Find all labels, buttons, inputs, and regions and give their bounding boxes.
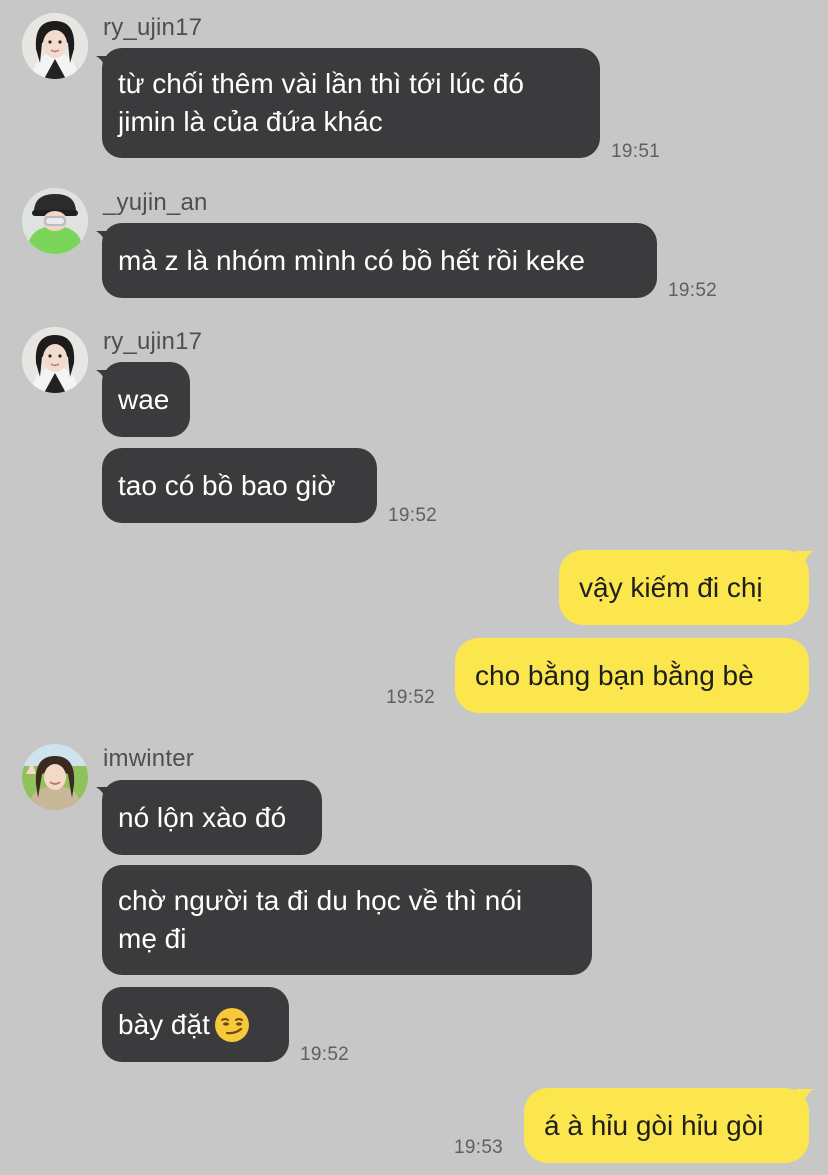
message-text: bày đặt xyxy=(118,1008,210,1040)
sender-name: _yujin_an xyxy=(103,189,208,216)
message-timestamp: 19:52 xyxy=(300,1044,350,1065)
avatar-yujin-an[interactable] xyxy=(22,188,88,254)
message-text: vậy kiếm đi chị xyxy=(579,571,763,603)
message-bubble-incoming[interactable]: chờ người ta đi du học về thì nói mẹ đi xyxy=(102,865,592,975)
avatar-imwinter[interactable] xyxy=(22,744,88,810)
message-text: cho bằng bạn bằng bè xyxy=(475,659,754,691)
profile-photo-icon xyxy=(22,188,88,254)
message-bubble-outgoing[interactable]: vậy kiếm đi chị xyxy=(559,550,809,625)
chat-thread[interactable]: ry_ujin17 từ chối thêm vài lần thì tới l… xyxy=(0,0,828,1175)
message-text: tao có bồ bao giờ xyxy=(118,469,336,501)
message-timestamp: 19:51 xyxy=(611,141,661,162)
message-text: nó lộn xào đó xyxy=(118,801,287,833)
message-timestamp: 19:53 xyxy=(454,1137,504,1158)
sender-name: imwinter xyxy=(103,745,194,772)
message-bubble-incoming[interactable]: wae xyxy=(102,362,190,437)
message-text: chờ người ta đi du học về thì nói mẹ đi xyxy=(118,885,523,954)
message-bubble-incoming[interactable]: mà z là nhóm mình có bồ hết rồi keke xyxy=(102,223,657,298)
message-text: á à hỉu gòi hỉu gòi xyxy=(544,1109,764,1141)
message-text: từ chối thêm vài lần thì tới lúc đó jimi… xyxy=(118,68,524,137)
message-bubble-outgoing[interactable]: á à hỉu gòi hỉu gòi xyxy=(524,1088,809,1163)
message-bubble-incoming[interactable]: nó lộn xào đó xyxy=(102,780,322,855)
profile-photo-icon xyxy=(22,13,88,79)
profile-photo-icon xyxy=(22,327,88,393)
sender-name: ry_ujin17 xyxy=(103,14,203,41)
message-timestamp: 19:52 xyxy=(388,505,438,526)
message-bubble-outgoing[interactable]: cho bằng bạn bằng bè xyxy=(455,638,809,713)
message-bubble-incoming[interactable]: bày đặt xyxy=(102,987,289,1062)
message-timestamp: 19:52 xyxy=(386,687,436,708)
profile-photo-icon xyxy=(22,744,88,810)
message-text: wae xyxy=(118,383,170,415)
avatar-ry-ujin17[interactable] xyxy=(22,13,88,79)
avatar-ry-ujin17[interactable] xyxy=(22,327,88,393)
sender-name: ry_ujin17 xyxy=(103,328,203,355)
message-timestamp: 19:52 xyxy=(668,280,718,301)
message-text: mà z là nhóm mình có bồ hết rồi keke xyxy=(118,244,585,276)
smirking-face-emoji-icon xyxy=(214,1007,249,1042)
message-bubble-incoming[interactable]: từ chối thêm vài lần thì tới lúc đó jimi… xyxy=(102,48,600,158)
message-bubble-incoming[interactable]: tao có bồ bao giờ xyxy=(102,448,377,523)
